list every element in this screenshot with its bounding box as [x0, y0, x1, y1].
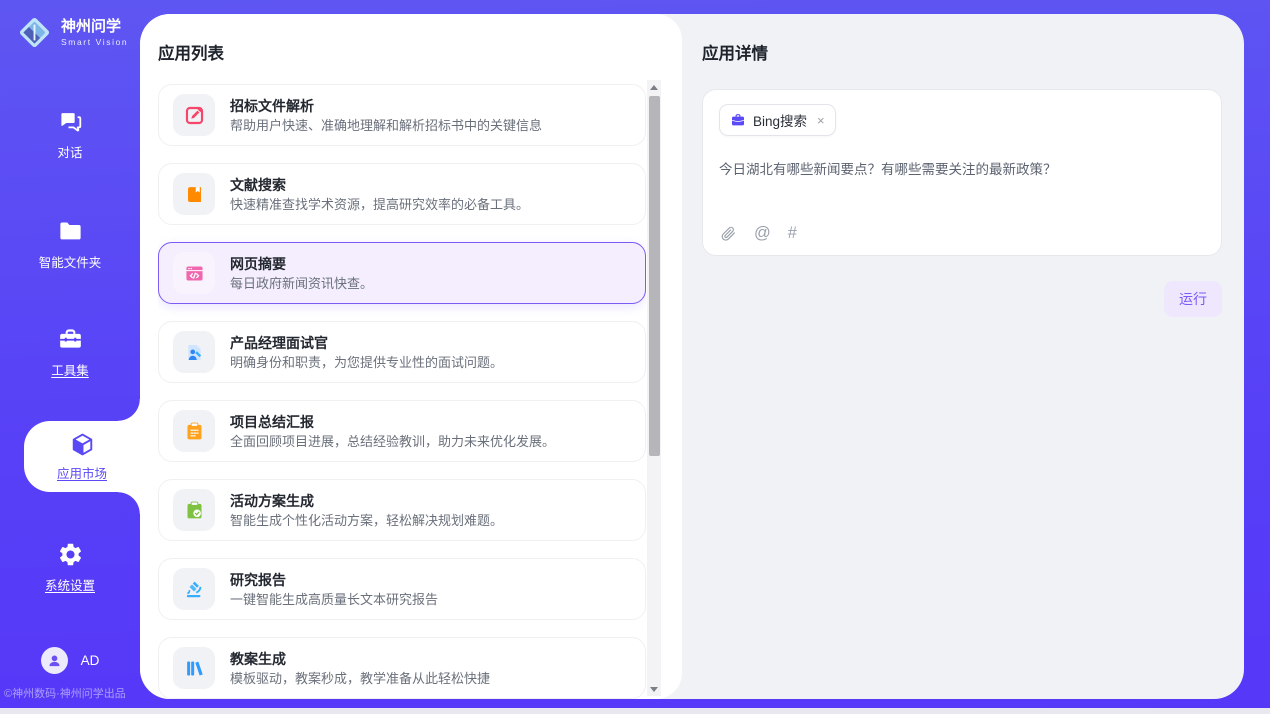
scroll-up-arrow-icon[interactable]: [647, 80, 661, 94]
app-card-title: 网页摘要: [230, 256, 373, 272]
app-card-description: 明确身份和职责，为您提供专业性的面试问题。: [230, 356, 503, 370]
sidebar-item-settings[interactable]: 系统设置: [0, 541, 140, 594]
app-card[interactable]: 教案生成模板驱动，教案秒成，教学准备从此轻松快捷: [158, 637, 646, 699]
attachment-icon[interactable]: [720, 225, 737, 242]
gear-icon: [57, 541, 84, 568]
sidebar-item-label: 工具集: [51, 360, 89, 379]
app-card[interactable]: 招标文件解析帮助用户快速、准确地理解和解析招标书中的关键信息: [158, 84, 646, 146]
app-card-description: 一键智能生成高质量长文本研究报告: [230, 593, 438, 607]
avatar: [41, 647, 68, 674]
clipboard-icon: [173, 410, 215, 452]
scroll-down-arrow-icon[interactable]: [647, 682, 661, 696]
sidebar-item-smart-folders[interactable]: 智能文件夹: [0, 218, 140, 271]
sidebar-item-toolset[interactable]: 工具集: [0, 326, 140, 379]
app-card[interactable]: 项目总结汇报全面回顾项目进展，总结经验教训，助力未来优化发展。: [158, 400, 646, 462]
sidebar-item-label: 对话: [57, 142, 82, 161]
cube-icon: [69, 431, 96, 458]
app-card-title: 研究报告: [230, 572, 438, 588]
sidebar-item-app-market[interactable]: 应用市场: [24, 421, 140, 492]
brand-logo: 神州问学 Smart Vision: [16, 14, 128, 51]
clipboard-check-icon: [173, 489, 215, 531]
app-card-title: 文献搜索: [230, 177, 529, 193]
tool-chip-bing-search[interactable]: Bing搜索 ×: [719, 104, 836, 136]
app-card-description: 模板驱动，教案秒成，教学准备从此轻松快捷: [230, 672, 490, 686]
briefcase-icon: [730, 112, 746, 128]
chip-close-icon[interactable]: ×: [817, 114, 825, 127]
tool-chip-label: Bing搜索: [753, 110, 807, 130]
app-card-description: 帮助用户快速、准确地理解和解析招标书中的关键信息: [230, 119, 542, 133]
web-window-icon: [173, 252, 215, 294]
app-card-description: 快速精准查找学术资源，提高研究效率的必备工具。: [230, 198, 529, 212]
prompt-card: Bing搜索 × 今日湖北有哪些新闻要点？有哪些需要关注的最新政策？ @ #: [702, 89, 1222, 256]
hash-icon[interactable]: #: [788, 225, 797, 242]
chat-icon: [57, 108, 84, 135]
app-card-description: 智能生成个性化活动方案，轻松解决规划难题。: [230, 514, 503, 528]
app-list-panel: 应用列表 招标文件解析帮助用户快速、准确地理解和解析招标书中的关键信息文献搜索快…: [140, 14, 682, 699]
sidebar-item-label: 应用市场: [57, 463, 107, 482]
window-bottom-edge: [0, 708, 1270, 714]
toolbox-icon: [57, 326, 84, 353]
sidebar-item-label: 智能文件夹: [39, 252, 102, 271]
app-card-title: 项目总结汇报: [230, 414, 555, 430]
mention-icon[interactable]: @: [754, 225, 771, 242]
brand-diamond-icon: [16, 14, 53, 51]
app-detail-title: 应用详情: [702, 40, 1222, 64]
sidebar-item-chat[interactable]: 对话: [0, 108, 140, 161]
query-text: 今日湖北有哪些新闻要点？有哪些需要关注的最新政策？: [719, 160, 1205, 179]
app-card[interactable]: 网页摘要每日政府新闻资讯快查。: [158, 242, 646, 304]
app-card[interactable]: 产品经理面试官明确身份和职责，为您提供专业性的面试问题。: [158, 321, 646, 383]
books-icon: [173, 647, 215, 689]
app-card-list: 招标文件解析帮助用户快速、准确地理解和解析招标书中的关键信息文献搜索快速精准查找…: [158, 84, 646, 699]
app-card[interactable]: 研究报告一键智能生成高质量长文本研究报告: [158, 558, 646, 620]
main-content: 应用列表 招标文件解析帮助用户快速、准确地理解和解析招标书中的关键信息文献搜索快…: [140, 14, 1244, 699]
app-card-title: 活动方案生成: [230, 493, 503, 509]
copyright-text: ©神州数码·神州问学出品: [4, 685, 126, 701]
app-card-title: 招标文件解析: [230, 98, 542, 114]
sidebar-item-label: 系统设置: [45, 575, 95, 594]
book-icon: [173, 173, 215, 215]
user-initials: AD: [81, 653, 100, 668]
app-detail-panel: 应用详情 Bing搜索 × 今日湖北有哪些新闻要点？有哪些需要关注的最新政策？ …: [682, 14, 1244, 699]
app-list-title: 应用列表: [158, 40, 224, 64]
user-row[interactable]: AD: [0, 647, 140, 674]
interviewer-icon: [173, 331, 215, 373]
app-card[interactable]: 活动方案生成智能生成个性化活动方案，轻松解决规划难题。: [158, 479, 646, 541]
folder-icon: [57, 218, 84, 245]
brand-name: 神州问学: [61, 18, 128, 35]
run-button[interactable]: 运行: [1164, 281, 1222, 317]
prompt-toolbar: @ #: [720, 225, 797, 242]
brand-subtitle: Smart Vision: [61, 37, 128, 47]
doc-edit-icon: [173, 94, 215, 136]
scrollbar-thumb[interactable]: [649, 96, 660, 456]
sidebar: 神州问学 Smart Vision 对话智能文件夹工具集应用市场系统设置 AD …: [0, 0, 140, 708]
scrollbar[interactable]: [647, 80, 661, 696]
app-window: 神州问学 Smart Vision 对话智能文件夹工具集应用市场系统设置 AD …: [0, 0, 1270, 714]
microscope-icon: [173, 568, 215, 610]
app-card-title: 教案生成: [230, 651, 490, 667]
app-card-description: 每日政府新闻资讯快查。: [230, 277, 373, 291]
app-card-description: 全面回顾项目进展，总结经验教训，助力未来优化发展。: [230, 435, 555, 449]
app-card[interactable]: 文献搜索快速精准查找学术资源，提高研究效率的必备工具。: [158, 163, 646, 225]
app-card-title: 产品经理面试官: [230, 335, 503, 351]
